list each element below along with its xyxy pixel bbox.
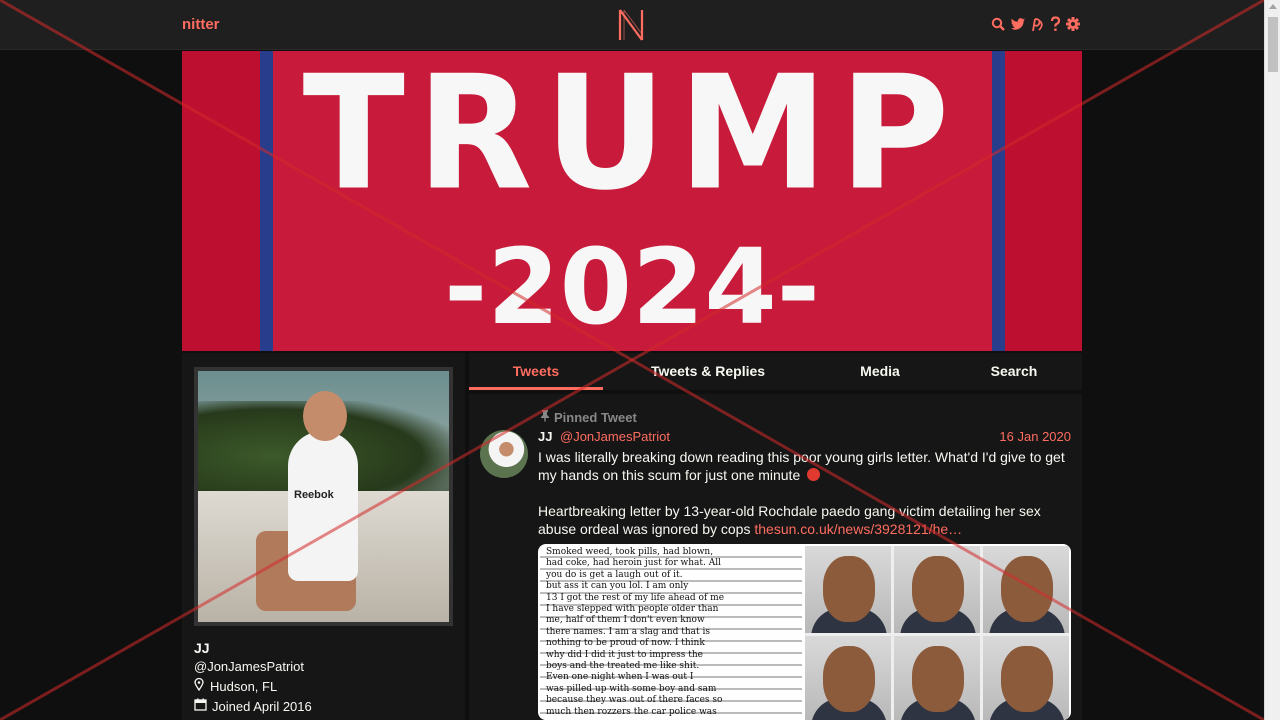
tab-tweets-replies[interactable]: Tweets & Replies	[629, 363, 787, 379]
letter-line: I have slepped with people older than	[546, 604, 719, 614]
navbar: nitter	[0, 0, 1264, 50]
letter-line: much then rozzers the car police was	[546, 706, 717, 717]
page-scrollbar[interactable]	[1264, 0, 1280, 720]
shirt-logo: Reebok	[294, 489, 334, 501]
mugshot	[983, 635, 1069, 720]
letter-line: because they was out of there faces so	[546, 695, 723, 706]
handwritten-letter-image: Smoked weed, took pills, had blown, had c…	[540, 546, 802, 720]
avatar-photo: Reebok	[198, 371, 449, 622]
tab-search[interactable]: Search	[974, 363, 1054, 379]
tweet-date[interactable]: 16 Jan 2020	[999, 429, 1071, 444]
joined-text: Joined April 2016	[212, 698, 312, 714]
profile-username[interactable]: @JonJamesPatriot	[194, 659, 304, 674]
profile-card: Reebok JJ @JonJamesPatriot Hudson, FL Jo…	[182, 353, 465, 720]
letter-line: why did I did it just to impress the	[546, 649, 703, 660]
tweet-paragraph: I was literally breaking down reading th…	[538, 448, 1073, 484]
tweet-attachment-image[interactable]: Smoked weed, took pills, had blown, had c…	[538, 544, 1071, 720]
profile-banner[interactable]: TRUMP -2024-	[182, 51, 1082, 351]
twitter-bird-icon[interactable]	[1010, 16, 1026, 32]
active-tab-indicator	[469, 387, 603, 390]
scrollbar-thumb[interactable]	[1268, 17, 1278, 72]
tab-tweets[interactable]: Tweets	[469, 363, 603, 379]
rss-icon[interactable]	[1031, 16, 1045, 32]
profile-location: Hudson, FL	[194, 677, 278, 694]
letter-line: me, half of them I don't even know	[546, 615, 705, 626]
help-icon[interactable]	[1050, 16, 1061, 32]
letter-line: there names. I am a slag and that is	[546, 626, 711, 637]
mugshots-image	[805, 546, 1069, 720]
calendar-icon	[194, 698, 207, 714]
search-icon[interactable]	[991, 16, 1005, 32]
pin-icon	[539, 409, 551, 425]
letter-line: but ass it can you lol. I am only	[546, 581, 689, 592]
tweet-avatar[interactable]	[480, 430, 528, 478]
tweet-body: I was literally breaking down reading th…	[538, 448, 1073, 556]
timeline-tabs: Tweets Tweets & Replies Media Search	[469, 353, 1082, 390]
timeline: Pinned Tweet JJ @JonJamesPatriot 16 Jan …	[469, 394, 1082, 720]
tweet-paragraph: Heartbreaking letter by 13-year-old Roch…	[538, 502, 1073, 538]
location-text: Hudson, FL	[210, 678, 278, 694]
mugshot	[805, 635, 891, 720]
mugshot	[805, 546, 891, 633]
letter-line: 13 I got the rest of my life ahead of me	[546, 592, 725, 603]
letter-line: had coke, had heroin just for what. All	[546, 558, 721, 569]
mugshot	[894, 546, 980, 633]
letter-line: Smoked weed, took pills, had blown,	[546, 547, 714, 557]
profile-avatar[interactable]: Reebok	[194, 367, 453, 626]
nitter-logo-icon[interactable]	[617, 8, 645, 47]
banner-title: TRUMP	[302, 51, 962, 226]
profile-fullname[interactable]: JJ	[194, 640, 210, 656]
angry-face-emoji-icon	[807, 468, 821, 481]
location-pin-icon	[194, 677, 204, 694]
tweet-fullname[interactable]: JJ	[538, 429, 552, 444]
scroll-up-arrow-icon[interactable]	[1269, 4, 1277, 9]
profile-joindate: Joined April 2016	[194, 698, 312, 714]
pinned-tweet-header: Pinned Tweet	[539, 409, 637, 425]
tweet-link[interactable]: thesun.co.uk/news/3928121/he…	[754, 521, 962, 537]
mugshot	[894, 635, 980, 720]
letter-line: nothing to be proud of now. I think	[546, 638, 705, 649]
tweet-text-1: I was literally breaking down reading th…	[538, 449, 1065, 483]
letter-line: boys and the treated me like shit.	[546, 661, 700, 671]
brand-link[interactable]: nitter	[182, 16, 220, 33]
banner-year: -2024-	[444, 226, 820, 348]
pinned-label: Pinned Tweet	[554, 409, 637, 425]
letter-line: Even one night when I was out I	[546, 672, 694, 683]
tweet-username[interactable]: @JonJamesPatriot	[560, 429, 670, 444]
letter-line: you do is get a laugh out of it.	[546, 569, 683, 580]
tab-media[interactable]: Media	[839, 363, 921, 379]
nav-icons	[991, 16, 1080, 32]
gear-icon[interactable]	[1066, 16, 1080, 32]
mugshot	[983, 546, 1069, 633]
letter-line: was pilled up with some boy and sam	[546, 683, 717, 694]
